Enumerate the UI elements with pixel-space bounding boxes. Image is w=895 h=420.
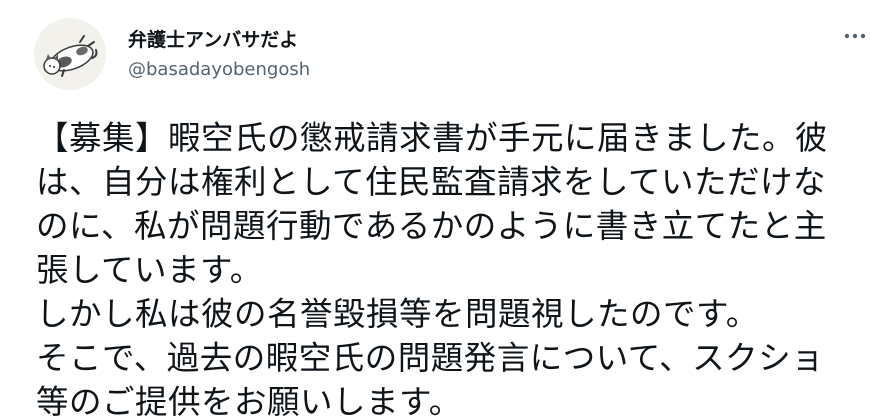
more-dots [844, 33, 866, 39]
tweet-text-line: そこで、過去の暇空氏の問題発言について、スクショ [36, 339, 825, 377]
tweet-card: 弁護士アンバサだよ @basadayobengosh 【募集】暇空氏の懲戒請求書… [0, 0, 895, 420]
author-handle[interactable]: @basadayobengosh [128, 58, 310, 82]
cat-avatar-icon[interactable] [34, 18, 106, 90]
avatar-image [34, 18, 106, 90]
author-names: 弁護士アンバサだよ @basadayobengosh [128, 28, 310, 82]
tweet-text-line: のに、私が問題行動であるかのように書き立てたと主 [36, 207, 827, 245]
tweet-text: 【募集】暇空氏の懲戒請求書が手元に届きました。彼 は、自分は権利として住民監査請… [36, 116, 881, 420]
tweet-header: 弁護士アンバサだよ @basadayobengosh [34, 18, 875, 90]
tweet-text-line: しかし私は彼の名誉毀損等を問題視したのです。 [36, 295, 759, 333]
tweet-text-line: 等のご提供をお願いします。 [36, 383, 462, 420]
author-display-name[interactable]: 弁護士アンバサだよ [128, 28, 310, 52]
tweet-text-line: 張しています。 [36, 251, 263, 289]
tweet-text-line: 【募集】暇空氏の懲戒請求書が手元に届きました。彼 [36, 119, 829, 157]
tweet-text-line: は、自分は権利として住民監査請求をしていただけな [36, 163, 827, 201]
more-horizontal-icon[interactable] [835, 24, 875, 48]
